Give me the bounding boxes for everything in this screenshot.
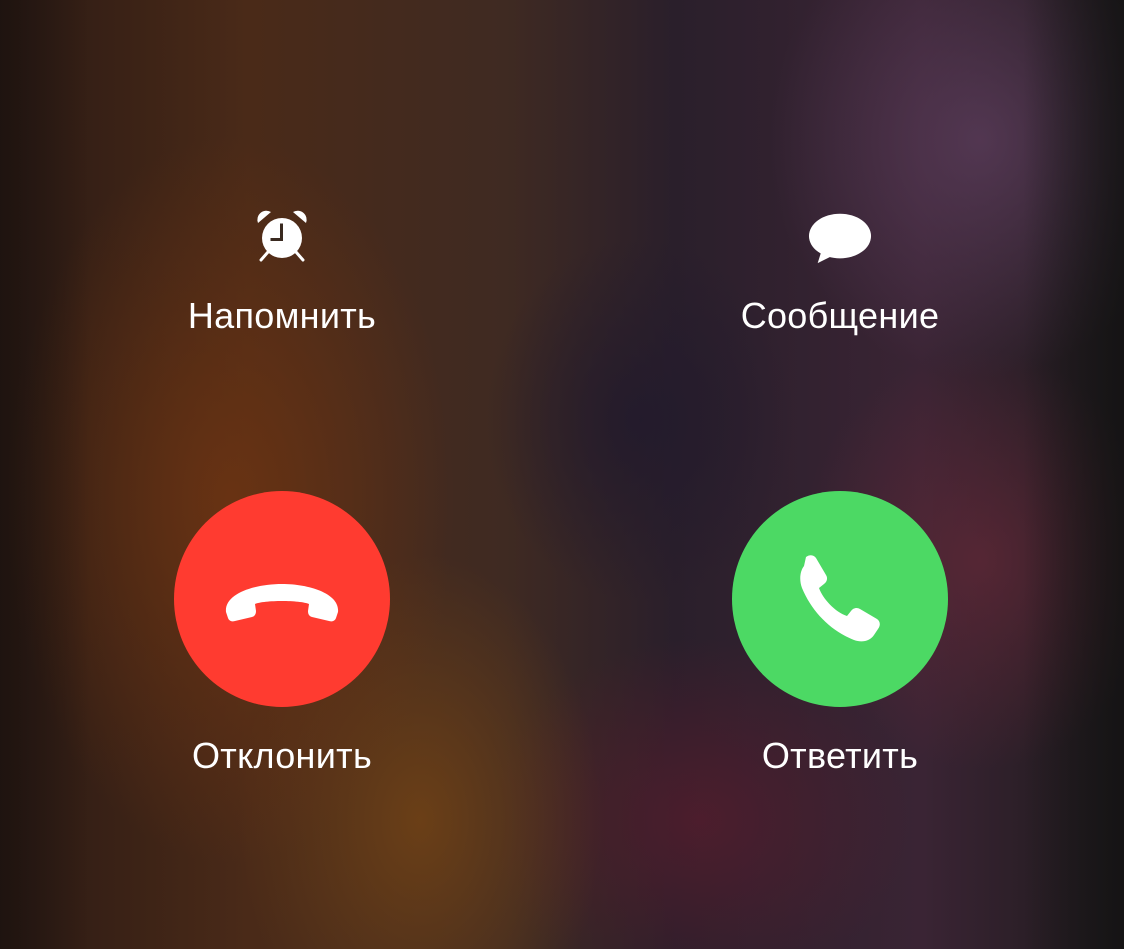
decline-label: Отклонить	[191, 735, 372, 776]
message-button[interactable]: Сообщение	[690, 205, 990, 334]
decline-call-button[interactable]: Отклонить	[122, 491, 442, 774]
phone-icon	[800, 555, 880, 642]
background-shade	[0, 0, 1124, 949]
speech-bubble-icon	[808, 205, 872, 269]
decline-circle[interactable]	[174, 491, 390, 707]
accept-label: Ответить	[761, 735, 919, 776]
remind-me-button[interactable]: Напомнить	[132, 205, 432, 334]
message-label: Сообщение	[740, 295, 940, 336]
remind-me-label: Напомнить	[187, 295, 377, 336]
phone-hangup-icon	[225, 584, 339, 622]
alarm-clock-icon	[250, 205, 314, 269]
accept-call-button[interactable]: Ответить	[680, 491, 1000, 774]
accept-circle[interactable]	[732, 491, 948, 707]
